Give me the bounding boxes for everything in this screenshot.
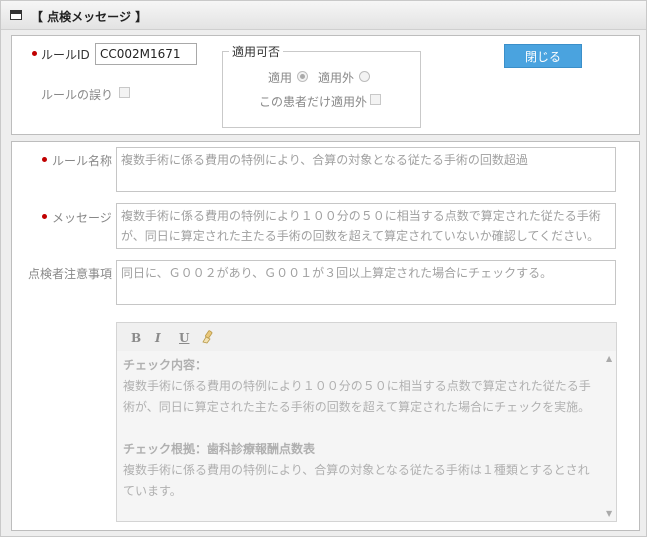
message-label: メッセージ (52, 211, 112, 225)
window-icon (10, 10, 22, 20)
bold-button[interactable]: B (131, 331, 141, 345)
rule-id-input[interactable] (95, 43, 197, 65)
patient-only-label: この患者だけ適用外 (259, 95, 368, 109)
option-applicable-label: 適用 (268, 71, 293, 85)
dialog-window: 【 点検メッセージ 】 ルールID ルールの誤り 適用可否 適用 適用外 この患… (0, 0, 647, 537)
notes-label: 点検者注意事項 (28, 267, 113, 281)
notes-field[interactable]: 同日に、Ｇ００２があり、Ｇ００１が３回以上算定された場合にチェックする。 (116, 260, 616, 305)
required-dot-icon (42, 157, 47, 162)
italic-button[interactable]: I (155, 331, 161, 345)
rule-error-checkbox[interactable] (119, 87, 130, 98)
close-button[interactable]: 閉じる (504, 44, 582, 68)
clear-format-icon[interactable] (201, 330, 215, 347)
required-dot-icon (42, 214, 47, 219)
scroll-down-icon[interactable]: ▼ (606, 509, 612, 518)
rich-text-editor[interactable]: B I U チェック内容： 複数手術に係る費用の特例により１００分の５０に相当す… (116, 322, 617, 522)
title-bar: 【 点検メッセージ 】 (1, 1, 646, 30)
check-basis-heading: チェック根拠：歯科診療報酬点数表 (123, 442, 316, 456)
check-content-heading: チェック内容： (123, 358, 208, 372)
applicable-group (222, 51, 421, 128)
rule-name-field[interactable]: 複数手術に係る費用の特例により、合算の対象となる従たる手術の回数超過 (116, 147, 616, 192)
check-basis-line: 複数手術に係る費用の特例により、合算の対象となる従たる手術は１種類とするとされ (123, 463, 590, 477)
editor-content: チェック内容： 複数手術に係る費用の特例により１００分の５０に相当する点数で算定… (123, 355, 595, 502)
underline-button[interactable]: U (179, 331, 189, 345)
option-not-applicable-radio[interactable] (359, 71, 370, 82)
window-title: 【 点検メッセージ 】 (31, 10, 148, 24)
check-content-line: 術が、同日に算定された主たる手術の回数を超えて算定された場合にチェックを実施。 (123, 400, 591, 414)
option-not-applicable-label: 適用外 (318, 71, 355, 85)
applicable-legend: 適用可否 (229, 43, 284, 60)
editor-toolbar: B I U (117, 323, 616, 351)
check-content-line: 複数手術に係る費用の特例により１００分の５０に相当する点数で算定された従たる手 (123, 379, 591, 393)
option-applicable-radio[interactable] (297, 71, 308, 82)
message-field[interactable]: 複数手術に係る費用の特例により１００分の５０に相当する点数で算定された従たる手術… (116, 203, 616, 249)
editor-scrollbar[interactable]: ▲ ▼ (604, 351, 616, 521)
patient-only-checkbox[interactable] (370, 94, 381, 105)
rule-error-label: ルールの誤り (41, 88, 114, 102)
required-dot-icon (32, 51, 37, 56)
check-basis-line: ています。 (123, 484, 182, 498)
rule-name-label: ルール名称 (52, 154, 113, 168)
scroll-up-icon[interactable]: ▲ (606, 354, 612, 363)
rule-id-label: ルールID (41, 48, 90, 62)
